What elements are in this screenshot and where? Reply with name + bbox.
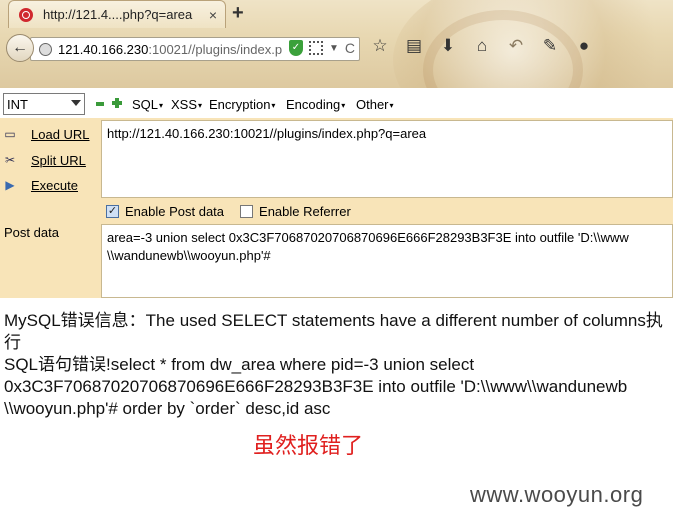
menu-other[interactable]: Other▾ [356,97,394,112]
reading-list-icon[interactable]: ▤ [404,36,424,56]
error-message-line: MySQL错误信息：The used SELECT statements hav… [4,311,663,352]
shield-icon[interactable]: ✓ [288,40,303,56]
execute-label: Execute [31,177,78,193]
url-bar[interactable]: 121.40.166.230:10021//plugins/index.p ✓ … [30,37,360,61]
browser-tab[interactable]: http://121.4....php?q=area × [8,0,226,28]
load-url-button[interactable]: ▭ Load URL [0,123,100,145]
menu-encoding[interactable]: Encoding▾ [286,97,345,112]
post-data-textarea[interactable]: area=-3 union select 0x3C3F7068702070687… [101,224,673,298]
enable-post-label: Enable Post data [125,203,225,219]
new-tab-button[interactable]: + [232,2,244,25]
page-content: MySQL错误信息：The used SELECT statements hav… [4,310,673,420]
toolbar-icons: ☆ ▤ ⬇ ⌂ ↶ ✎ ● [370,36,594,56]
execute-button[interactable]: ▶ Execute [0,174,100,196]
split-url-button[interactable]: ✂ Split URL [0,149,100,171]
annotation-text: 虽然报错了 [253,434,364,459]
bookmark-star-icon[interactable]: ☆ [370,36,390,56]
enable-post-checkbox[interactable]: ✓ [106,204,119,218]
navigation-bar: 121.40.166.230:10021//plugins/index.p ✓ … [0,30,673,66]
home-icon[interactable]: ⌂ [472,36,492,56]
url-textarea[interactable]: http://121.40.166.230:10021//plugins/ind… [101,120,673,198]
load-url-icon: ▭ [4,127,16,141]
hackbar-toolbar: INT SQL▾ XSS▾ Encryption▾ Encoding▾ Othe… [0,93,673,117]
undo-icon[interactable]: ↶ [506,36,526,56]
execute-icon: ▶ [5,178,15,192]
menu-icon[interactable]: ● [574,36,594,56]
url-host: 121.40.166.230 [58,41,149,57]
post-data-line: area=-3 union select 0x3C3F7068702070687… [107,230,629,245]
reload-icon[interactable]: C [345,40,355,56]
tab-title: http://121.4....php?q=area [43,7,193,22]
mode-select-value: INT [7,96,28,112]
split-url-label: Split URL [31,152,86,168]
site-favicon-icon [19,7,33,22]
browser-chrome: http://121.4....php?q=area × + 121.40.16… [0,0,673,88]
paint-icon[interactable]: ✎ [540,36,560,56]
enable-referrer-label: Enable Referrer [259,203,351,219]
load-url-label: Load URL [31,126,90,142]
close-tab-icon[interactable]: × [209,7,217,23]
download-icon[interactable]: ⬇ [438,36,458,56]
mode-select[interactable]: INT [3,93,85,115]
enable-referrer-checkbox[interactable] [240,204,254,218]
post-data-line: \\wandunewb\\wooyun.php'# [107,248,271,263]
watermark: www.wooyun.org [470,482,644,507]
post-data-label: Post data [4,225,59,240]
back-button[interactable]: ← [6,34,34,62]
options-row: ✓ Enable Post data Enable Referrer [106,202,351,220]
hackbar-panel: ▭ Load URL ✂ Split URL ▶ Execute http://… [0,118,673,298]
globe-icon [39,42,52,56]
error-message-line: 0x3C3F70687020706870696E666F28293B3F3E i… [4,377,628,396]
increase-icon[interactable] [112,98,122,108]
menu-sql[interactable]: SQL▾ [132,97,163,112]
menu-encryption[interactable]: Encryption▾ [209,97,275,112]
qr-code-icon[interactable] [308,41,323,55]
error-message-line: SQL语句错误!select * from dw_area where pid=… [4,355,475,374]
select-arrow-icon [71,100,81,106]
menu-xss[interactable]: XSS▾ [171,97,202,112]
decrease-icon[interactable] [96,102,104,106]
back-icon: ← [12,39,28,56]
dropdown-icon[interactable]: ▼ [329,43,339,54]
error-message-line: \\wooyun.php'# order by `order` desc,id … [4,399,331,418]
split-url-icon: ✂ [4,153,16,167]
url-path: :10021//plugins/index.p [148,41,283,57]
